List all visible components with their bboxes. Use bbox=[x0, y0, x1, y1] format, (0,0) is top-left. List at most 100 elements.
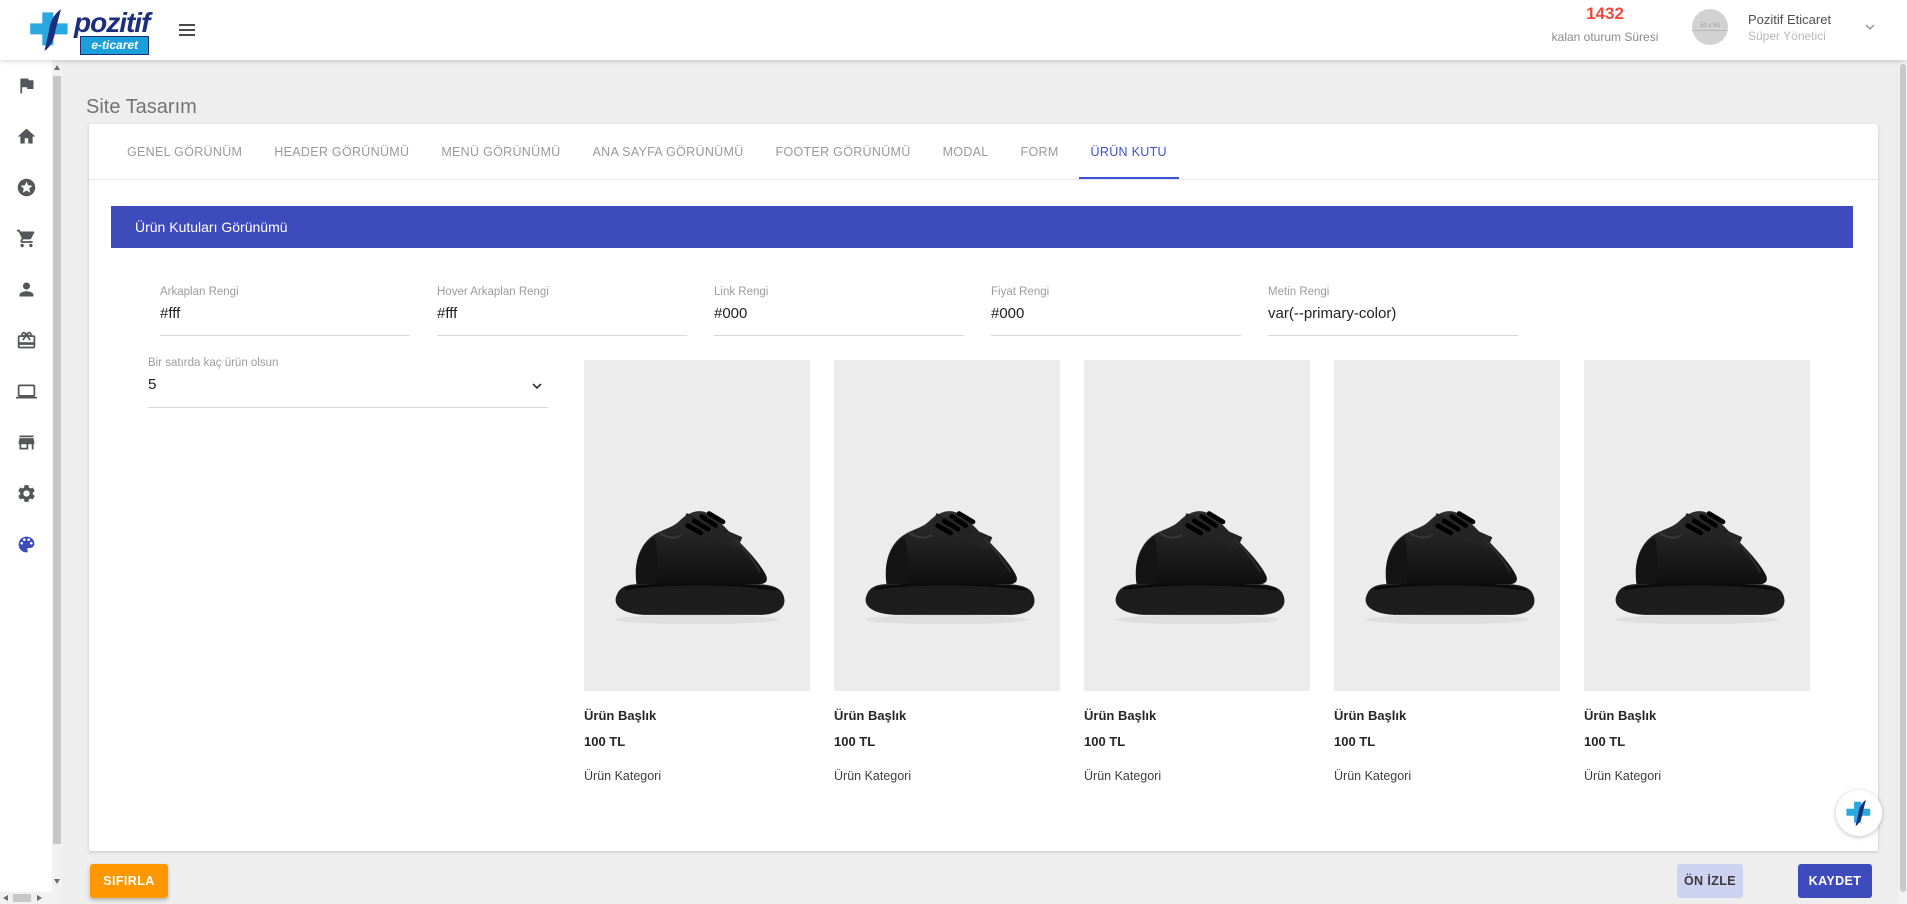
product-title: Ürün Başlık bbox=[834, 708, 1060, 723]
stars-icon bbox=[16, 177, 37, 198]
session-timer: 1432 kalan oturum Süresi bbox=[1540, 4, 1670, 44]
brand-logo-icon bbox=[28, 8, 72, 52]
product-card: Ürün Başlık 100 TL Ürün Kategori bbox=[1584, 360, 1810, 783]
tab-bar: GENEL GÖRÜNÜM HEADER GÖRÜNÜMÜ MENÜ GÖRÜN… bbox=[89, 124, 1878, 180]
settings-icon bbox=[16, 483, 37, 504]
laptop-icon bbox=[16, 381, 37, 402]
product-card: Ürün Başlık 100 TL Ürün Kategori bbox=[834, 360, 1060, 783]
field-arkaplan-rengi: Arkaplan Rengi bbox=[160, 286, 410, 336]
home-icon bbox=[16, 126, 37, 147]
field-metin-rengi: Metin Rengi bbox=[1268, 286, 1518, 336]
field-hover-arkaplan-rengi: Hover Arkaplan Rengi bbox=[437, 286, 687, 336]
scroll-up-arrow-icon[interactable] bbox=[54, 65, 60, 70]
sidebar-nav bbox=[0, 60, 52, 892]
reset-button[interactable]: SIFIRLA bbox=[90, 864, 168, 898]
preview-button[interactable]: ÖN İZLE bbox=[1677, 864, 1743, 898]
product-category: Ürün Kategori bbox=[834, 769, 1060, 783]
sidebar-item-orders[interactable] bbox=[0, 213, 52, 264]
field-link-rengi: Link Rengi bbox=[714, 286, 964, 336]
fiyat-rengi-input[interactable] bbox=[991, 298, 1241, 336]
sidebar-item-flag[interactable] bbox=[0, 60, 52, 111]
flag-icon bbox=[16, 75, 37, 96]
brand-logo[interactable]: pozitif e-ticaret bbox=[28, 8, 149, 55]
user-icon bbox=[16, 279, 37, 300]
sidebar-item-store[interactable] bbox=[0, 417, 52, 468]
hover-arkaplan-rengi-input[interactable] bbox=[437, 298, 687, 336]
brand-badge bbox=[1836, 790, 1882, 836]
product-category: Ürün Kategori bbox=[1584, 769, 1810, 783]
tab-genel-gorunum[interactable]: GENEL GÖRÜNÜM bbox=[115, 124, 254, 179]
store-icon bbox=[16, 432, 37, 453]
chevron-down-icon bbox=[528, 377, 546, 395]
product-price: 100 TL bbox=[1334, 734, 1560, 749]
field-label: Fiyat Rengi bbox=[991, 286, 1241, 298]
tab-modal[interactable]: MODAL bbox=[931, 124, 1001, 179]
sneaker-image bbox=[854, 487, 1040, 633]
user-menu[interactable]: 50 x 50 Pozitif Eticaret Süper Yönetici bbox=[1692, 9, 1879, 45]
page-scrollbar-thumb[interactable] bbox=[1900, 64, 1906, 892]
sidebar-item-settings[interactable] bbox=[0, 468, 52, 519]
chevron-down-icon bbox=[1861, 18, 1879, 36]
brand-name: pozitif bbox=[74, 8, 149, 38]
sidebar-item-home[interactable] bbox=[0, 111, 52, 162]
vertical-scrollbar-thumb[interactable] bbox=[53, 76, 61, 844]
product-card: Ürün Başlık 100 TL Ürün Kategori bbox=[1334, 360, 1560, 783]
palette-icon bbox=[16, 534, 37, 555]
tab-ana-sayfa-gorunumu[interactable]: ANA SAYFA GÖRÜNÜMÜ bbox=[581, 124, 756, 179]
top-bar: pozitif e-ticaret 1432 kalan oturum Süre… bbox=[0, 0, 1907, 60]
field-label: Link Rengi bbox=[714, 286, 964, 298]
product-card: Ürün Başlık 100 TL Ürün Kategori bbox=[584, 360, 810, 783]
sidebar-item-design[interactable] bbox=[0, 519, 52, 570]
horizontal-scrollbar[interactable] bbox=[0, 892, 62, 904]
field-label: Metin Rengi bbox=[1268, 286, 1518, 298]
scroll-down-arrow-icon[interactable] bbox=[54, 879, 60, 884]
cart-icon bbox=[16, 228, 37, 249]
product-image bbox=[1084, 360, 1310, 691]
field-label: Hover Arkaplan Rengi bbox=[437, 286, 687, 298]
scroll-right-arrow-icon[interactable] bbox=[37, 895, 42, 901]
product-price: 100 TL bbox=[1084, 734, 1310, 749]
sneaker-image bbox=[1354, 487, 1540, 633]
link-rengi-input[interactable] bbox=[714, 298, 964, 336]
sidebar-vertical-scrollbar[interactable] bbox=[52, 60, 62, 892]
tab-form[interactable]: FORM bbox=[1009, 124, 1071, 179]
sidebar-item-stars[interactable] bbox=[0, 162, 52, 213]
sidebar-item-customers[interactable] bbox=[0, 264, 52, 315]
user-role: Süper Yönetici bbox=[1748, 29, 1831, 43]
brand-logo-icon bbox=[1845, 799, 1873, 827]
sneaker-image bbox=[604, 487, 790, 633]
product-title: Ürün Başlık bbox=[1334, 708, 1560, 723]
field-label: Bir satırda kaç ürün olsun bbox=[148, 357, 548, 369]
product-category: Ürün Kategori bbox=[1084, 769, 1310, 783]
selected-value: 5 bbox=[148, 376, 156, 393]
product-title: Ürün Başlık bbox=[1084, 708, 1310, 723]
sneaker-image bbox=[1604, 487, 1790, 633]
product-image bbox=[1584, 360, 1810, 691]
page-scrollbar[interactable] bbox=[1899, 60, 1907, 904]
session-remaining-label: kalan oturum Süresi bbox=[1540, 30, 1670, 44]
sidebar-item-campaigns[interactable] bbox=[0, 315, 52, 366]
save-button[interactable]: KAYDET bbox=[1798, 864, 1872, 898]
tab-menu-gorunumu[interactable]: MENÜ GÖRÜNÜMÜ bbox=[429, 124, 572, 179]
tab-urun-kutu[interactable]: ÜRÜN KUTU bbox=[1079, 124, 1179, 179]
metin-rengi-input[interactable] bbox=[1268, 298, 1518, 336]
site-design-panel: GENEL GÖRÜNÜM HEADER GÖRÜNÜMÜ MENÜ GÖRÜN… bbox=[89, 124, 1878, 851]
gift-icon bbox=[16, 330, 37, 351]
avatar: 50 x 50 bbox=[1692, 9, 1728, 45]
scroll-left-arrow-icon[interactable] bbox=[3, 895, 8, 901]
field-label: Arkaplan Rengi bbox=[160, 286, 410, 298]
product-image bbox=[1334, 360, 1560, 691]
tab-footer-gorunumu[interactable]: FOOTER GÖRÜNÜMÜ bbox=[764, 124, 923, 179]
arkaplan-rengi-input[interactable] bbox=[160, 298, 410, 336]
product-price: 100 TL bbox=[1584, 734, 1810, 749]
session-remaining-count: 1432 bbox=[1540, 4, 1670, 24]
products-per-row-select[interactable]: 5 bbox=[148, 369, 548, 408]
sidebar-item-site[interactable] bbox=[0, 366, 52, 417]
product-image bbox=[584, 360, 810, 691]
menu-toggle-icon[interactable] bbox=[179, 24, 195, 36]
user-name: Pozitif Eticaret bbox=[1748, 12, 1831, 27]
product-category: Ürün Kategori bbox=[1334, 769, 1560, 783]
tab-header-gorunumu[interactable]: HEADER GÖRÜNÜMÜ bbox=[262, 124, 421, 179]
field-fiyat-rengi: Fiyat Rengi bbox=[991, 286, 1241, 336]
horizontal-scrollbar-thumb[interactable] bbox=[13, 894, 31, 902]
